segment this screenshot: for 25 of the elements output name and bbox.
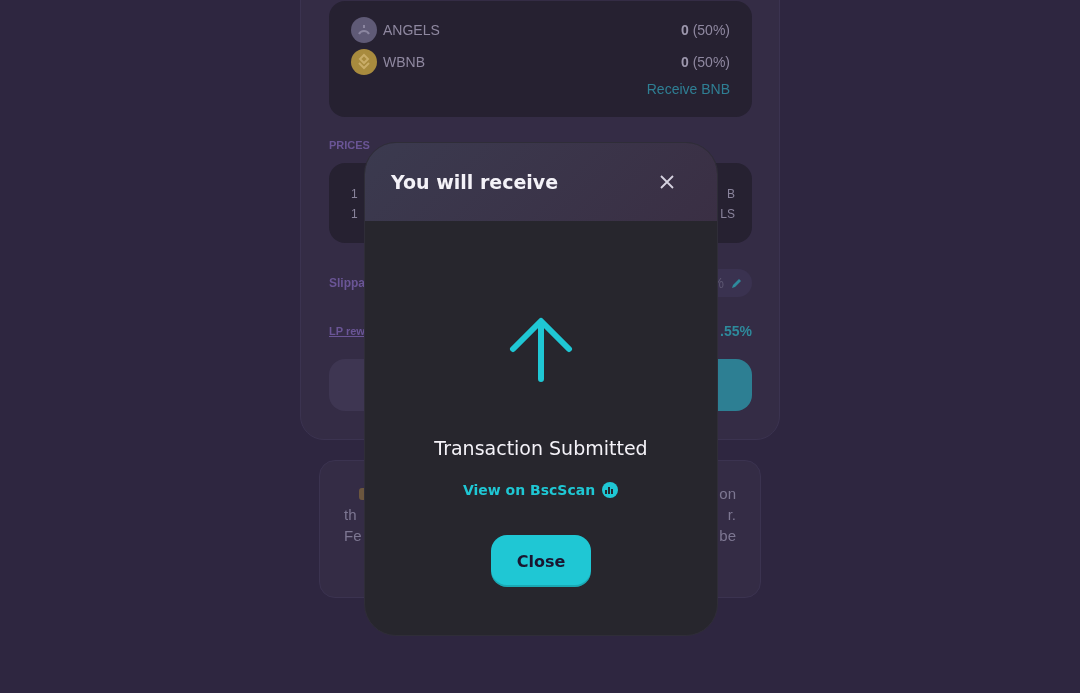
token-symbol: ANGELS bbox=[383, 22, 440, 38]
notice-text: on bbox=[719, 485, 736, 502]
price-text: LS bbox=[720, 207, 735, 221]
explorer-link[interactable]: View on BscScan bbox=[462, 481, 620, 499]
token-amount: 0 (50%) bbox=[680, 54, 730, 70]
close-icon[interactable] bbox=[659, 174, 675, 190]
token-amount: 0 (50%) bbox=[680, 22, 730, 38]
token-symbol: WBNB bbox=[383, 54, 425, 70]
pencil-icon bbox=[730, 276, 744, 290]
price-text: 1 bbox=[351, 207, 358, 221]
price-text: 1 bbox=[351, 187, 358, 201]
status-text: Transaction Submitted bbox=[434, 437, 648, 459]
notice-text: Fe bbox=[344, 527, 362, 544]
lp-reward-value: .55% bbox=[720, 323, 752, 339]
arrow-up-icon bbox=[507, 317, 575, 385]
price-text: B bbox=[727, 187, 735, 201]
close-button[interactable]: Close bbox=[491, 535, 591, 587]
slippage-label: Slippa bbox=[329, 276, 365, 290]
section-label: PRICES bbox=[329, 139, 371, 151]
notice-text: be bbox=[719, 527, 736, 544]
notice-text: r. bbox=[727, 506, 736, 523]
lp-reward-label: LP rew bbox=[329, 325, 365, 337]
modal-title: You will receive bbox=[391, 171, 559, 193]
chart-icon bbox=[601, 481, 620, 499]
notice-text: th bbox=[344, 506, 357, 523]
